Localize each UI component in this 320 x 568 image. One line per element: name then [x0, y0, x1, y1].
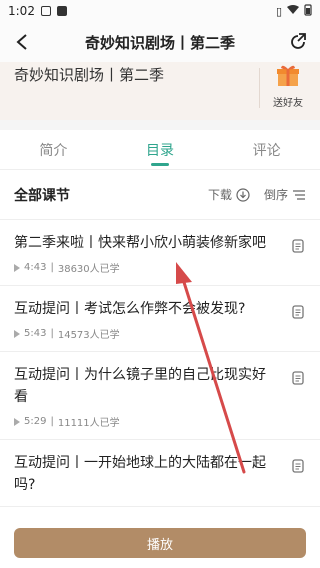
lesson-item[interactable]: 互动提问丨为什么镜子里的自己比现实好看 5:29 | 11111人已学	[0, 352, 320, 440]
lesson-duration: 4:43	[24, 262, 47, 273]
page-title: 奇妙知识剧场丨第二季	[84, 33, 235, 52]
share-icon	[291, 33, 306, 49]
divider	[259, 68, 260, 108]
active-tab-indicator	[150, 162, 169, 166]
lesson-title: 互动提问丨为什么镜子里的自己比现实好看	[14, 367, 266, 405]
status-bar: 1:02 ▯	[0, 0, 320, 22]
tab-bar: 简介 目录 评论	[0, 130, 320, 170]
lesson-meta: 5:43 | 14573人已学	[14, 326, 306, 341]
sort-icon	[293, 189, 305, 200]
tab-intro[interactable]: 简介	[29, 132, 77, 168]
status-time: 1:02	[8, 4, 35, 18]
spacer	[0, 120, 320, 130]
wifi-icon	[287, 4, 299, 18]
gift-label: 送好友	[273, 98, 303, 109]
back-button[interactable]	[10, 30, 34, 54]
play-small-icon	[14, 329, 20, 338]
lesson-duration: 5:43	[24, 328, 47, 339]
document-icon[interactable]	[292, 370, 304, 389]
back-icon	[16, 34, 27, 50]
lesson-duration: 5:29	[24, 416, 47, 427]
lesson-item[interactable]: 互动提问丨一开始地球上的大陆都在一起吗?	[0, 440, 320, 507]
lesson-meta: 5:29 | 11111人已学	[14, 414, 306, 429]
section-title: 全部课节	[14, 187, 70, 204]
lesson-item[interactable]: 第二季来啦丨快来帮小欣小萌装修新家吧 4:43 | 38630人已学	[0, 220, 320, 286]
play-button[interactable]: 播放	[14, 528, 306, 558]
lesson-learners: 11111人已学	[57, 418, 120, 429]
battery-icon	[304, 3, 312, 19]
download-button[interactable]: 下载	[208, 186, 250, 203]
meta-separator: |	[50, 262, 54, 273]
lesson-item[interactable]: 互动提问丨考试怎么作弊不会被发现? 5:43 | 14573人已学	[0, 286, 320, 352]
course-title: 奇妙知识剧场丨第二季	[14, 66, 165, 84]
download-label: 下载	[207, 188, 232, 202]
vibrate-icon: ▯	[275, 4, 282, 18]
play-small-icon	[14, 263, 20, 272]
document-icon[interactable]	[292, 458, 304, 477]
play-small-icon	[14, 417, 20, 426]
lesson-meta: 4:43 | 38630人已学	[14, 260, 306, 275]
meta-separator: |	[50, 416, 54, 427]
download-icon	[236, 187, 250, 202]
lesson-title: 互动提问丨考试怎么作弊不会被发现?	[14, 301, 246, 317]
gift-friend-button[interactable]: 送好友	[268, 62, 308, 109]
lesson-learners: 14573人已学	[57, 330, 120, 341]
image-notification-icon	[56, 6, 67, 16]
document-icon[interactable]	[292, 304, 304, 323]
course-header: 奇妙知识剧场丨第二季 送好友	[0, 62, 320, 120]
nav-bar: 奇妙知识剧场丨第二季	[0, 22, 320, 62]
section-header: 全部课节 下载 倒序	[0, 170, 320, 220]
meta-separator: |	[50, 328, 54, 339]
gift-icon	[277, 65, 299, 86]
lesson-title: 第二季来啦丨快来帮小欣小萌装修新家吧	[14, 235, 266, 251]
sort-button[interactable]: 倒序	[264, 186, 306, 203]
tab-catalog-label: 目录	[145, 142, 174, 159]
tab-catalog[interactable]: 目录	[136, 132, 184, 168]
lesson-list: 第二季来啦丨快来帮小欣小萌装修新家吧 4:43 | 38630人已学 互动提问丨…	[0, 220, 320, 507]
share-button[interactable]	[286, 30, 310, 54]
lesson-title: 互动提问丨一开始地球上的大陆都在一起吗?	[14, 455, 266, 493]
tab-comments[interactable]: 评论	[243, 132, 291, 168]
sort-label: 倒序	[263, 188, 288, 202]
notification-icon	[40, 6, 51, 16]
lesson-learners: 38630人已学	[57, 264, 120, 275]
document-icon[interactable]	[292, 238, 304, 257]
